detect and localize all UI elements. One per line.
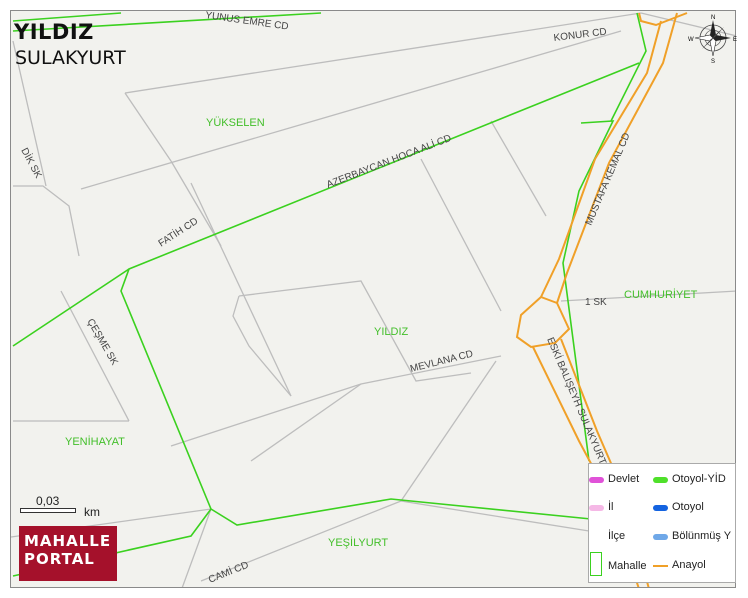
legend-label: İlçe: [608, 530, 626, 542]
street-line: [13, 185, 80, 257]
legend-label: Bölünmüş Y: [672, 530, 732, 542]
legend-swatch-il: [589, 505, 604, 511]
boundary-line: [120, 268, 592, 526]
legend-label: Mahalle: [608, 560, 647, 572]
mahalle-label-yesilyurt: YEŞİLYURT: [328, 536, 388, 549]
street-line: [124, 92, 172, 162]
mahalle-label-yildiz: YILDIZ: [374, 326, 409, 338]
street-label-fatih: FATİH CD: [156, 214, 201, 249]
street-line: [250, 383, 362, 462]
mahalle-boundaries: [12, 12, 647, 577]
legend-label: Otoyol-YİD: [672, 473, 726, 485]
street-label-cami: CAMİ CD: [206, 558, 250, 586]
brand-line-1: MAHALLE: [24, 532, 112, 550]
street-label-1-sk: 1 SK: [585, 297, 607, 308]
street-line: [124, 12, 642, 94]
map-subtitle: SULAKYURT: [15, 47, 126, 69]
legend-label: İl: [608, 501, 614, 513]
map-title: YILDIZ: [14, 20, 94, 44]
legend-swatch-mahalle: [590, 552, 602, 576]
street-line: [80, 30, 622, 190]
street-label-eski-baliseyh: ESKİ BALIŞEYH SULAKYURT: [544, 335, 610, 466]
compass-s: S: [711, 59, 715, 63]
street-label-mustafa-kemal: MUSTAFA KEMAL CD: [584, 131, 633, 227]
scale-unit: km: [84, 505, 100, 519]
street-line: [232, 295, 292, 397]
street-line: [420, 158, 502, 312]
brand-line-2: PORTAL: [24, 550, 95, 568]
street-label-mevlana: MEVLANA CD: [409, 349, 474, 375]
mahalle-label-cumhuriyet: CUMHURİYET: [624, 288, 698, 301]
legend-swatch-ilce: [589, 534, 604, 540]
mahalle-label-yenihayat: YENİHAYAT: [65, 435, 125, 448]
compass-w: W: [688, 37, 694, 43]
scale-bar-graphic: [20, 508, 76, 513]
anayol-line: [540, 20, 662, 298]
legend-label: Otoyol: [672, 501, 704, 513]
street-label-cesme: ÇEŞME SK: [84, 317, 120, 368]
compass-n: N: [711, 15, 715, 21]
mahalle-label-yukselen: YÜKSELEN: [206, 117, 265, 129]
compass-e: E: [733, 37, 737, 43]
legend-swatch-devlet: [589, 477, 604, 483]
street-label-konur: KONUR CD: [553, 27, 607, 44]
street-line: [400, 360, 497, 502]
boundary-line: [12, 62, 640, 347]
legend-label: Devlet: [608, 473, 640, 485]
map-legend: Devlet Otoyol-YİD İl Otoyol İlçe Bölünmü…: [588, 463, 736, 583]
mahalle-portal-logo[interactable]: MAHALLE PORTAL: [19, 526, 117, 581]
street-line: [60, 290, 130, 422]
scale-value: 0,03: [36, 494, 60, 508]
legend-swatch-bolunmus-yol: [653, 534, 668, 540]
street-label-yunus-emre: YUNUS EMRE CD: [205, 11, 290, 33]
street-line: [190, 182, 292, 397]
legend-swatch-anayol: [653, 565, 668, 567]
legend-swatch-otoyol: [653, 505, 668, 511]
street-line: [490, 120, 547, 217]
compass-rose-icon: N S E W: [688, 13, 738, 65]
scale-bar: 0,03 km: [20, 494, 120, 520]
legend-swatch-otoyol-yid: [653, 477, 668, 483]
legend-label: Anayol: [672, 559, 706, 571]
